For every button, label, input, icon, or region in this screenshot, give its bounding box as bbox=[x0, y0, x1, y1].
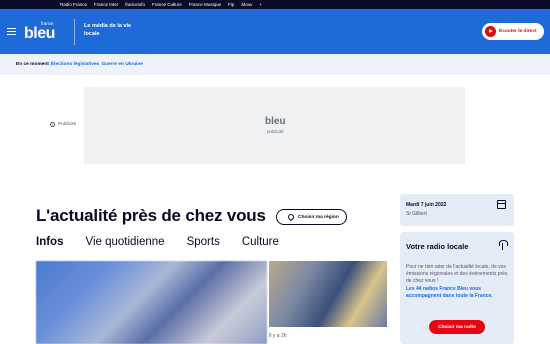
network-link-france-inter[interactable]: France Inter bbox=[94, 2, 118, 7]
network-link-franceinfo[interactable]: franceinfo bbox=[125, 2, 145, 7]
logo-main-text: bleu bbox=[24, 25, 55, 42]
location-pin-icon bbox=[287, 214, 294, 221]
header-tagline: Le média de la vie locale bbox=[84, 23, 132, 37]
trending-bar: En ce moment Élections législatives Guer… bbox=[0, 54, 550, 75]
choose-radio-button[interactable]: Choisir ma radio bbox=[429, 320, 485, 334]
tab-sports[interactable]: Sports bbox=[187, 236, 220, 248]
local-radio-title: Votre radio locale bbox=[406, 242, 469, 251]
local-radio-description: Pour ne rien rater de l'actualité locale… bbox=[406, 264, 508, 284]
site-header: france bleu Le média de la vie locale Éc… bbox=[0, 9, 550, 54]
ad-logo: bleu bbox=[265, 116, 286, 127]
current-date: Mardi 7 juin 2022 bbox=[406, 202, 447, 208]
network-link-france-musique[interactable]: France Musique bbox=[189, 2, 221, 7]
current-city: St Gilbert bbox=[406, 211, 427, 217]
side-article-image[interactable] bbox=[269, 261, 387, 327]
choose-region-label: Choisir ma région bbox=[298, 214, 339, 220]
network-link-france-culture[interactable]: France Culture bbox=[152, 2, 182, 7]
france-bleu-logo[interactable]: france bleu bbox=[24, 17, 60, 47]
trending-tag-ukraine[interactable]: Guerre en Ukraine bbox=[101, 62, 143, 67]
trending-tag-elections[interactable]: Élections législatives bbox=[51, 62, 100, 67]
ad-label-text: Publicité bbox=[58, 122, 77, 127]
tab-infos[interactable]: Infos bbox=[36, 236, 63, 248]
network-link-fip[interactable]: Fip bbox=[228, 2, 234, 7]
side-article-time: Il y a 2h bbox=[269, 333, 287, 339]
network-bar: Radio France France Inter franceinfo Fra… bbox=[0, 0, 550, 9]
header-divider bbox=[74, 19, 75, 45]
calendar-icon bbox=[497, 200, 506, 209]
section-tabs: Infos Vie quotidienne Sports Culture bbox=[36, 236, 301, 248]
trending-lead: En ce moment bbox=[16, 62, 49, 67]
choose-region-button[interactable]: Choisir ma région bbox=[276, 209, 347, 225]
local-radio-card: Votre radio locale Pour ne rien rater de… bbox=[400, 232, 514, 344]
listen-live-button[interactable]: Écouter le direct bbox=[482, 23, 544, 40]
network-link-mouv[interactable]: Mouv bbox=[241, 2, 252, 7]
date-card: Mardi 7 juin 2022 St Gilbert bbox=[400, 194, 514, 226]
ad-label: i Publicité bbox=[50, 122, 76, 127]
local-radio-highlight: Les 44 radios France Bleu vous accompagn… bbox=[406, 286, 493, 299]
main-article-image[interactable] bbox=[36, 261, 267, 344]
play-icon bbox=[485, 26, 496, 37]
network-link-radio-france[interactable]: Radio France bbox=[60, 2, 87, 7]
listen-live-label: Écouter le direct bbox=[499, 29, 537, 34]
network-more-button[interactable]: + bbox=[259, 2, 262, 7]
page-title: L'actualité près de chez vous bbox=[36, 206, 266, 225]
ad-sub: publicité bbox=[267, 129, 284, 134]
ad-placeholder[interactable]: bleu publicité bbox=[84, 87, 465, 164]
tab-culture[interactable]: Culture bbox=[242, 236, 279, 248]
tab-vie-quotidienne[interactable]: Vie quotidienne bbox=[85, 236, 164, 248]
menu-icon[interactable] bbox=[7, 28, 16, 35]
info-icon[interactable]: i bbox=[50, 122, 55, 127]
radio-antenna-icon bbox=[498, 240, 508, 250]
